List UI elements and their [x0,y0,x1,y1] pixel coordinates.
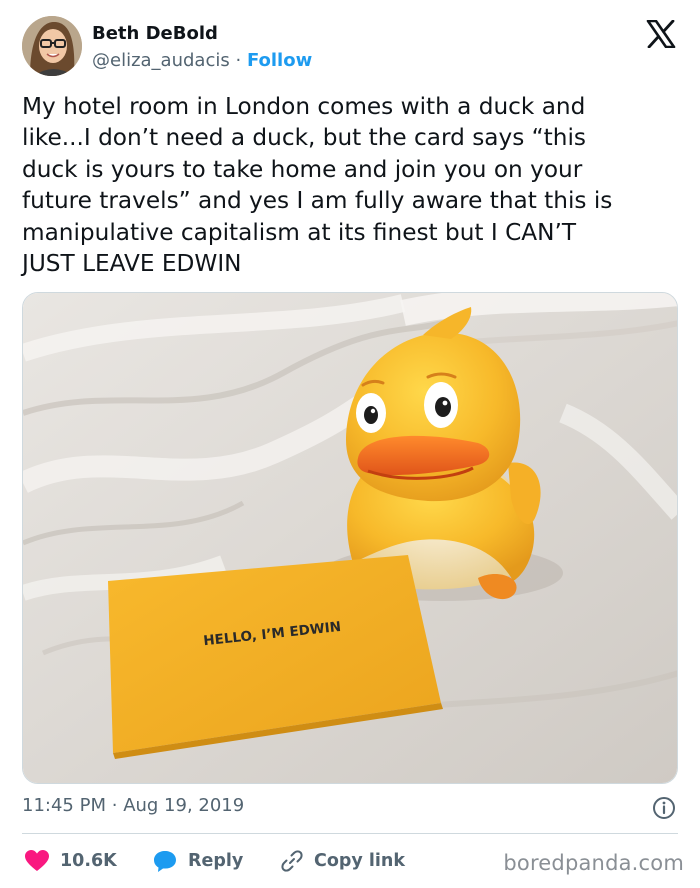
divider [22,833,678,834]
author-name[interactable]: Beth DeBold [92,23,218,44]
reply-bubble-icon [154,851,176,872]
avatar-image [22,16,82,76]
tweet-photo[interactable]: HELLO, I’M EDWIN [22,292,678,784]
tweet-header: Beth DeBold @eliza_audacis · Follow [22,16,682,78]
info-icon[interactable] [652,796,676,820]
handle-separator: · [235,50,242,71]
author-handle-row: @eliza_audacis · Follow [92,50,312,71]
author-handle[interactable]: @eliza_audacis [92,50,230,71]
tweet-text: My hotel room in London comes with a duc… [22,93,613,278]
like-button[interactable]: 10.6K [24,846,117,876]
avatar[interactable] [22,16,82,76]
reply-button[interactable]: Reply [152,846,243,876]
watermark: boredpanda.com [503,851,684,875]
copy-link-label: Copy link [314,851,405,871]
tweet-timestamp[interactable]: 11:45 PM · Aug 19, 2019 [22,795,244,816]
tweet-time: 11:45 PM [22,795,106,816]
like-count: 10.6K [60,851,117,871]
timestamp-separator: · [111,795,118,816]
link-icon [281,850,303,872]
heart-icon [25,850,49,871]
follow-button[interactable]: Follow [247,50,312,71]
copy-link-button[interactable]: Copy link [280,846,405,876]
reply-label: Reply [188,851,244,871]
x-logo-icon[interactable] [646,20,676,48]
tweet-date: Aug 19, 2019 [123,795,245,816]
duck-photo-image: HELLO, I’M EDWIN [23,293,677,783]
